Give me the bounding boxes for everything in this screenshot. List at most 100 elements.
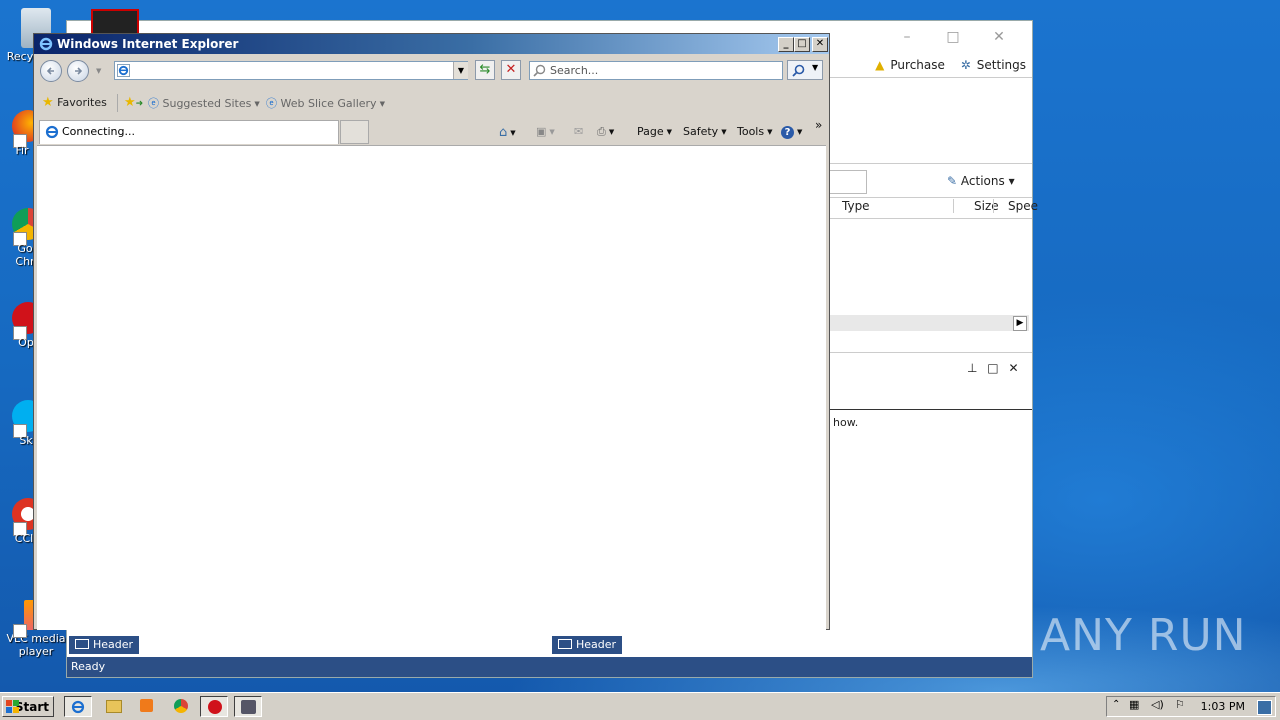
chevron-down-icon: ▼ <box>767 128 773 136</box>
settings-link[interactable]: ✲ Settings <box>955 58 1026 72</box>
ie-page-icon: ⓔ <box>148 97 159 110</box>
address-dropdown[interactable]: ▼ <box>453 62 468 79</box>
actions-label: Actions <box>960 174 1005 188</box>
toolbar-overflow-button[interactable]: » <box>815 118 822 132</box>
page-menu[interactable]: Page ▼ <box>637 125 672 138</box>
back-button[interactable] <box>40 60 62 82</box>
system-tray: ⌃ ▦ ◁) ⚐ 1:03 PM <box>1106 696 1276 717</box>
page-menu-label: Page <box>637 125 664 138</box>
tools-menu-label: Tools <box>737 125 765 138</box>
read-mail-button[interactable]: ✉ <box>574 125 583 138</box>
help-menu[interactable]: ? ▼ <box>781 125 802 139</box>
close-button[interactable]: ✕ <box>812 37 828 52</box>
feeds-button[interactable]: ▣ ▼ <box>536 125 555 138</box>
forward-arrow-icon <box>75 67 83 75</box>
search-go-icon <box>792 64 805 77</box>
taskbar-chrome-button[interactable] <box>167 696 195 717</box>
add-favorite-icon: ★ <box>124 95 136 110</box>
search-button[interactable]: ▼ <box>787 60 823 80</box>
home-button[interactable]: ⌂ ▼ <box>499 125 516 140</box>
add-to-favorites-button[interactable]: ★➜ <box>124 95 143 110</box>
header-tab[interactable]: Header <box>552 636 623 654</box>
taskbar-app-button[interactable] <box>234 696 262 717</box>
forward-button[interactable] <box>67 60 89 82</box>
maximize-icon[interactable]: □ <box>930 29 976 45</box>
media-player-icon <box>140 699 153 712</box>
safety-menu[interactable]: Safety ▼ <box>683 125 727 138</box>
refresh-icon: ⇆ <box>479 62 491 77</box>
favorites-button[interactable]: ★ Favorites <box>42 95 107 110</box>
header-links: ▲ Purchase ✲ Settings <box>863 58 1026 72</box>
search-input[interactable]: Search... <box>529 61 783 80</box>
stop-button[interactable]: ✕ <box>501 60 521 80</box>
close-pane-icon[interactable]: ✕ <box>1008 361 1018 375</box>
header-icon <box>558 639 572 649</box>
favorites-label: Favorites <box>57 96 107 109</box>
column-header-type[interactable]: Type <box>842 199 870 213</box>
action-center-flag-icon[interactable]: ⚐ <box>1175 698 1185 711</box>
ie-titlebar[interactable]: Windows Internet Explorer _ □ ✕ <box>34 34 829 54</box>
scroll-right-icon[interactable]: ▶ <box>1013 316 1027 331</box>
maximize-pane-icon[interactable]: □ <box>987 361 998 375</box>
column-header-size[interactable]: Size <box>953 199 999 213</box>
windows-flag-icon <box>6 700 19 713</box>
chrome-icon <box>174 699 188 713</box>
show-desktop-icon[interactable] <box>1257 700 1272 715</box>
tab-bar: Connecting... ⌂ ▼ ▣ ▼ ✉ ⎙ ▼ Page ▼ Safety ▼ T… <box>34 118 829 144</box>
recent-pages-dropdown[interactable]: ▼ <box>96 67 101 75</box>
address-bar[interactable] <box>114 61 468 80</box>
ie-window[interactable]: Windows Internet Explorer _ □ ✕ ▼ ▼ ⇆ ✕ … <box>33 33 830 630</box>
edit-icon: ✎ <box>947 174 958 188</box>
start-button[interactable]: Start <box>2 696 54 717</box>
close-icon[interactable]: ✕ <box>976 29 1022 45</box>
search-placeholder: Search... <box>550 64 599 77</box>
clock[interactable]: 1:03 PM <box>1201 700 1245 713</box>
chevron-down-icon: ▼ <box>797 128 803 136</box>
taskbar-explorer-button[interactable] <box>99 696 127 717</box>
header-tab[interactable]: Header <box>69 636 140 654</box>
home-icon: ⌂ <box>499 125 508 140</box>
chevron-down-icon: ▼ <box>379 100 385 108</box>
new-tab-button[interactable] <box>340 120 369 144</box>
minimize-button[interactable]: _ <box>778 37 794 52</box>
folder-icon <box>106 700 122 713</box>
favorites-bar: ★ Favorites ★➜ ⓔ Suggested Sites ▼ ⓔ Web … <box>34 90 829 114</box>
web-slice-gallery-link[interactable]: ⓔ Web Slice Gallery ▼ <box>266 95 385 111</box>
chevron-down-icon: ▼ <box>666 128 673 136</box>
pane-controls: ⊥ □ ✕ <box>967 361 1019 375</box>
refresh-button[interactable]: ⇆ <box>475 60 495 80</box>
ie-content-area[interactable] <box>37 145 826 630</box>
horizontal-scrollbar[interactable]: ▶ <box>827 315 1029 331</box>
desktop-icon-label: Sk <box>19 434 33 447</box>
taskbar-opera-button[interactable] <box>200 696 228 717</box>
column-header-speed[interactable]: Spee <box>993 199 1038 213</box>
tools-menu[interactable]: Tools ▼ <box>737 125 773 138</box>
separator <box>117 94 118 112</box>
minimize-icon[interactable]: – <box>884 29 930 45</box>
chevron-down-icon: ▼ <box>608 128 615 136</box>
suggested-sites-label: Suggested Sites <box>162 97 252 110</box>
maximize-button[interactable]: □ <box>794 37 810 52</box>
help-icon: ? <box>781 126 794 139</box>
cart-icon: ▲ <box>875 58 885 72</box>
taskbar-ie-button[interactable] <box>64 696 92 717</box>
chevron-down-icon: ▾ <box>1008 174 1015 188</box>
actions-button[interactable]: ✎ Actions ▾ <box>947 174 1015 188</box>
shortcut-arrow-icon <box>13 624 27 638</box>
chevron-down-icon: ▼ <box>510 129 516 137</box>
tab-connecting[interactable]: Connecting... <box>39 120 339 144</box>
print-button[interactable]: ⎙ ▼ <box>597 125 614 139</box>
suggested-sites-link[interactable]: ⓔ Suggested Sites ▼ <box>148 95 260 111</box>
search-icon <box>533 64 546 77</box>
filter-input[interactable] <box>827 170 867 194</box>
purchase-link[interactable]: ▲ Purchase <box>869 58 945 72</box>
volume-icon[interactable]: ◁) <box>1151 698 1164 711</box>
pin-icon[interactable]: ⊥ <box>967 361 977 375</box>
header-tab-label: Header <box>576 638 617 651</box>
search-options-dropdown[interactable]: ▼ <box>812 63 818 72</box>
network-icon[interactable]: ▦ <box>1129 698 1139 711</box>
taskbar-media-button[interactable] <box>133 696 161 717</box>
show-hidden-icons-icon[interactable]: ⌃ <box>1112 699 1120 710</box>
desktop-icon-label: Fir <box>15 144 29 157</box>
pane-text: how. <box>833 416 859 429</box>
